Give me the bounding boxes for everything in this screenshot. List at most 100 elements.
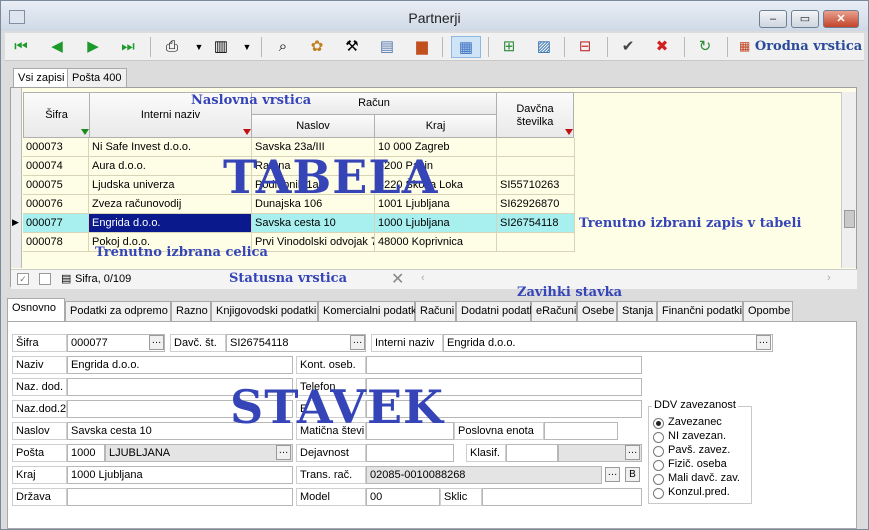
table-cell[interactable]: 000078 (23, 233, 89, 252)
maximize-button[interactable]: ▭ (791, 10, 819, 28)
image-icon[interactable]: ▨ (532, 36, 556, 58)
record-tab[interactable]: Osnovno (7, 298, 65, 321)
close-button[interactable]: ✕ (823, 10, 859, 28)
confirm-icon[interactable]: ✔ (616, 36, 640, 58)
first-record-icon[interactable]: ⏮ (9, 36, 33, 58)
cancel-icon[interactable]: ✖ (650, 36, 674, 58)
record-tab[interactable]: Podatki za odpremo (65, 301, 171, 321)
prev-record-icon[interactable]: ◀ (45, 36, 69, 58)
print-dropdown-icon[interactable]: ▼ (187, 36, 211, 58)
record-tab[interactable]: Knjigovodski podatki (211, 301, 318, 321)
scroll-left-icon[interactable]: ‹ (421, 272, 425, 284)
trans-rac-lookup-button[interactable]: … (605, 467, 620, 482)
klasif-lookup-button[interactable]: … (625, 445, 640, 460)
table-cell[interactable]: 000073 (23, 138, 89, 157)
kont-osebe-field[interactable] (366, 356, 642, 374)
record-tab[interactable]: Komercialni podatki (318, 301, 419, 321)
header-kraj[interactable]: Kraj (374, 114, 497, 138)
table-cell[interactable]: 000076 (23, 195, 89, 214)
ddv-radio[interactable] (653, 432, 664, 443)
ddv-radio[interactable] (653, 488, 664, 499)
delete-record-icon[interactable]: ⊟ (573, 36, 597, 58)
posta-field[interactable]: 1000 (67, 444, 105, 462)
record-tab[interactable]: Računi (415, 301, 456, 321)
interni-naziv-field[interactable]: Engrida d.o.o. (443, 334, 773, 352)
table-cell[interactable] (497, 157, 575, 176)
chart-icon[interactable]: ▆ (410, 36, 434, 58)
next-record-icon[interactable]: ▶ (81, 36, 105, 58)
naz-dod2-label: Naz.dod.2 (12, 400, 67, 418)
table-view-icon[interactable]: ▦ (451, 36, 481, 58)
scrollbar-thumb[interactable] (844, 210, 855, 228)
last-record-icon[interactable]: ⏭ (116, 36, 140, 58)
table-cell[interactable]: SI55710263 (497, 176, 575, 195)
record-tab[interactable]: Stanja (617, 301, 657, 321)
davc-lookup-button[interactable]: … (350, 335, 365, 350)
ddv-radio[interactable] (653, 460, 664, 471)
record-tab[interactable]: Dodatni podatki (456, 301, 537, 321)
annotation-trenutni-zapis: Trenutno izbrani zapis v tabeli (579, 216, 802, 231)
trans-rac-field[interactable]: 02085-0010088268 (366, 466, 602, 484)
print-icon[interactable]: ⎙ (160, 36, 184, 58)
header-sifra[interactable]: Šifra (23, 92, 90, 138)
interni-naziv-lookup-button[interactable]: … (756, 335, 771, 350)
header-naslov[interactable]: Naslov (251, 114, 375, 138)
tools-icon[interactable]: ⚒ (340, 36, 364, 58)
table-cell[interactable]: Savska cesta 10 (252, 214, 375, 233)
ddv-radio[interactable] (653, 446, 664, 457)
clear-filter-icon[interactable]: ✕ (391, 269, 404, 289)
columns-dropdown-icon[interactable]: ▼ (235, 36, 259, 58)
klasif-field[interactable] (506, 444, 558, 462)
poslovna-enota-field[interactable] (544, 422, 618, 440)
table-cell[interactable]: Engrida d.o.o. (89, 214, 252, 233)
vertical-scrollbar[interactable]: ▼ (841, 92, 856, 278)
dejavnost-field[interactable] (366, 444, 454, 462)
posta-lookup-button[interactable]: … (276, 445, 291, 460)
model-label: Model (296, 488, 366, 506)
ddv-radio[interactable] (653, 474, 664, 485)
refresh-icon[interactable]: ↻ (693, 36, 717, 58)
table-cell[interactable]: 000074 (23, 157, 89, 176)
scroll-right-icon[interactable]: › (827, 272, 831, 284)
kraj-field[interactable]: 1000 Ljubljana (67, 466, 293, 484)
minimize-button[interactable]: – (759, 10, 787, 28)
record-tab[interactable]: Finančni podatki (657, 301, 743, 321)
add-record-icon[interactable]: ⊞ (497, 36, 521, 58)
table-cell[interactable]: SI62926870 (497, 195, 575, 214)
checkbox-empty-icon[interactable] (39, 273, 51, 285)
table-row[interactable]: 000077 Engrida d.o.o. Savska cesta 10 1000 … (23, 214, 575, 233)
drzava-field[interactable] (67, 488, 293, 506)
tab-posta-400[interactable]: Pošta 400 (67, 68, 127, 88)
header-davcna[interactable]: Davčna številka (496, 92, 574, 138)
table-cell[interactable]: 000077 (23, 214, 89, 233)
table-cell[interactable]: SI26754118 (497, 214, 575, 233)
record-tab[interactable]: Osebe (577, 301, 617, 321)
table-cell[interactable] (497, 138, 575, 157)
palette-icon[interactable]: ✿ (305, 36, 329, 58)
trans-rac-b-button[interactable]: B (625, 467, 640, 482)
table-cell[interactable]: 1000 Ljubljana (375, 214, 497, 233)
naziv-field[interactable]: Engrida d.o.o. (67, 356, 293, 374)
sklic-field[interactable] (482, 488, 642, 506)
davc-field[interactable]: SI26754118 (226, 334, 366, 352)
model-field[interactable]: 00 (366, 488, 440, 506)
checkbox-checked-icon[interactable]: ✓ (17, 273, 29, 285)
find-icon[interactable]: ⌕ (271, 36, 295, 58)
poslovna-enota-label: Poslovna enota (454, 422, 544, 440)
table-cell[interactable]: 48000 Koprivnica (375, 233, 497, 252)
ddv-radio[interactable] (653, 418, 664, 429)
record-tab[interactable]: Opombe (743, 301, 793, 321)
drzava-label: Država (12, 488, 67, 506)
status-text: Sifra, 0/109 (75, 273, 132, 285)
sifra-lookup-button[interactable]: … (149, 335, 164, 350)
record-tab[interactable]: eRačuni (531, 301, 577, 321)
columns-icon[interactable]: ▥ (209, 36, 233, 58)
tab-vsi-zapisi[interactable]: Vsi zapisi (13, 68, 70, 89)
table-cell[interactable]: Prvi Vinodolski odvojak 7 (252, 233, 375, 252)
ddv-option-label: Zavezanec (668, 416, 722, 428)
davc-label: Davč. št. (170, 334, 226, 352)
document-icon[interactable]: ▤ (375, 36, 399, 58)
record-tab[interactable]: Razno (171, 301, 211, 321)
table-cell[interactable]: 000075 (23, 176, 89, 195)
table-cell[interactable] (497, 233, 575, 252)
